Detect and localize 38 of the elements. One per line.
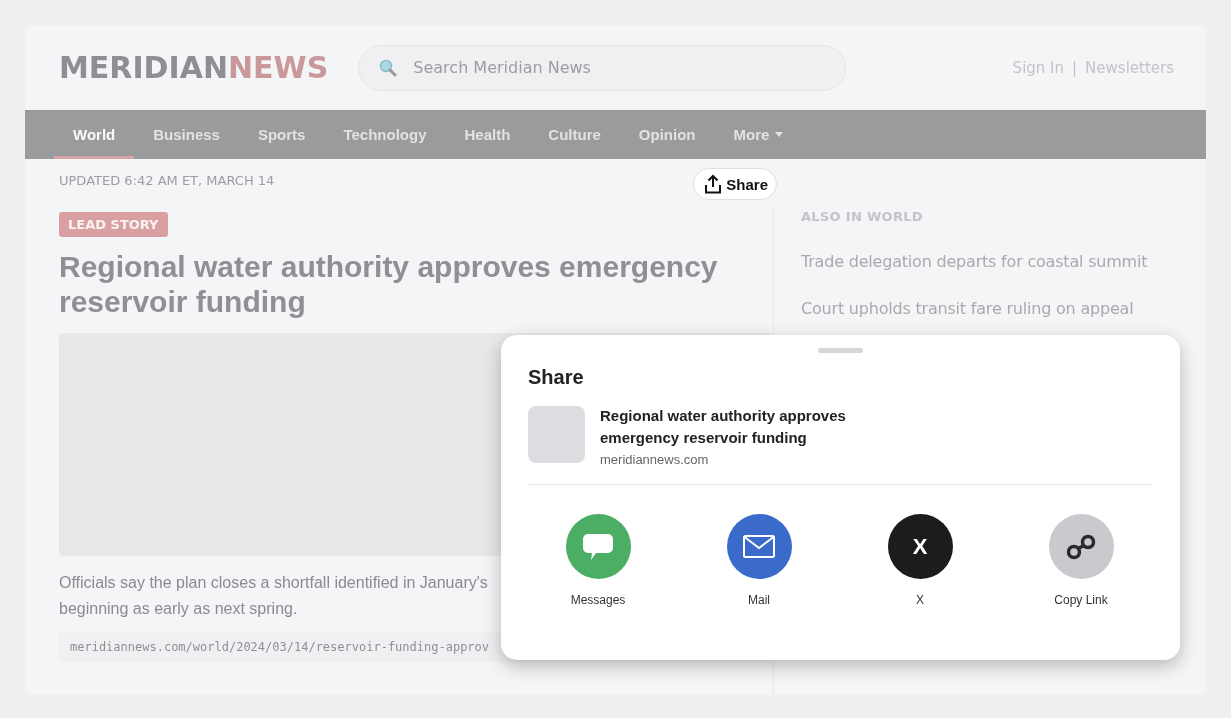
caret-icon [775,132,784,137]
speech-bubble-icon [582,531,614,562]
share-target-button[interactable]: X [887,514,953,579]
envelope-icon [743,535,775,558]
share-icon [704,174,723,194]
headline: Regional water authority approves emergency reservoir funding [59,249,719,319]
nav-tab[interactable]: Health [445,110,530,159]
updated-time: UPDATED 6:42 AM ET, MARCH 14 [59,173,275,188]
related-story-link[interactable]: Court upholds transit fare ruling on appeal [801,299,1206,318]
nav-tab[interactable]: More [714,110,803,159]
nav-tab[interactable]: Technology [324,110,446,159]
thumbnail-placeholder [528,406,585,463]
summary-text: Officials say the plan closes a shortfall identified in January's [59,573,488,593]
share-target-label: X [916,593,924,607]
summary-text: beginning as early as next spring. [59,599,298,619]
search-bar[interactable]: Search Meridian News [358,44,847,91]
related-story-link[interactable]: Trade delegation departs for coastal summit [801,252,1206,271]
link-icon [1065,533,1097,560]
nav-tab[interactable]: World [54,110,135,159]
nav-tab[interactable]: Business [134,110,239,159]
nav-tab[interactable]: Culture [529,110,620,159]
sheet-title: Share [528,366,585,389]
share-target-label: Copy Link [1054,593,1108,607]
preview-title: Regional water authority approves emergency reservoir funding [600,406,847,448]
share-target-label: Mail [748,593,770,607]
drag-handle[interactable] [818,348,863,353]
separator: | [1072,58,1078,77]
search-field[interactable]: Search Meridian News [411,57,826,78]
x-glyph: X [912,533,928,560]
search-icon [379,58,398,77]
share-button[interactable]: Share [693,168,777,200]
share-target-label: Messages [570,593,626,607]
article-url: meridiannews.com/world/2024/03/14/reservoir-funding-approv [70,640,490,654]
lead-story-tag: LEAD STORY [59,212,168,237]
nav-tab[interactable]: Sports [238,110,325,159]
site-logo[interactable]: MERIDIANNEWS [59,50,329,85]
nav-tab[interactable]: Opinion [619,110,715,159]
preview-domain: meridiannews.com [600,452,710,467]
